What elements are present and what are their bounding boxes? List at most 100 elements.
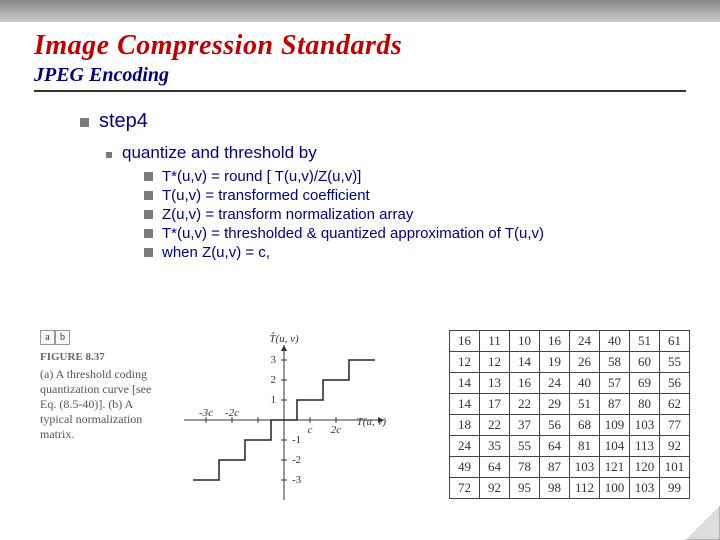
plot-svg: T̂(u, v) T(u, v) 1 2 3 -1 -2 -3 c 2c <box>164 330 404 510</box>
figure-box-b: b <box>55 330 70 345</box>
matrix-cell: 19 <box>540 352 570 373</box>
figure-ab-boxes: a b <box>40 330 164 345</box>
matrix-cell: 98 <box>540 478 570 499</box>
quantization-plot: T̂(u, v) T(u, v) 1 2 3 -1 -2 -3 c 2c <box>164 330 404 510</box>
matrix-cell: 49 <box>450 457 480 478</box>
xtick: 2c <box>331 424 342 436</box>
matrix-cell: 113 <box>630 436 660 457</box>
matrix-cell: 64 <box>540 436 570 457</box>
bullet-text: when Z(u,v) = c, <box>162 244 270 261</box>
matrix-cell: 92 <box>480 478 510 499</box>
matrix-cell: 29 <box>540 394 570 415</box>
bullet-text: T*(u,v) = thresholded & quantized approx… <box>162 225 544 242</box>
matrix-cell: 51 <box>570 394 600 415</box>
matrix-cell: 87 <box>600 394 630 415</box>
ytick: -3 <box>292 474 302 486</box>
bullet-level3: T*(u,v) = round [ T(u,v)/Z(u,v)] <box>144 167 686 186</box>
matrix-wrap: 1611101624405161121214192658605514131624… <box>404 330 690 510</box>
slide-title: Image Compression Standards <box>34 30 686 62</box>
bullet-level3: T(u,v) = transformed coefficient <box>144 186 686 205</box>
bullet-square-icon <box>144 248 153 257</box>
xtick: c <box>308 424 313 436</box>
matrix-cell: 37 <box>510 415 540 436</box>
xtick: -2c <box>225 407 239 419</box>
matrix-cell: 40 <box>600 331 630 352</box>
matrix-cell: 24 <box>570 331 600 352</box>
matrix-cell: 57 <box>600 373 630 394</box>
matrix-cell: 103 <box>630 415 660 436</box>
ytick: -2 <box>292 454 301 466</box>
figure-caption-block: a b FIGURE 8.37 (a) A threshold coding q… <box>40 330 164 510</box>
bullet-text: T(u,v) = transformed coefficient <box>162 187 370 204</box>
bullet-text: T*(u,v) = round [ T(u,v)/Z(u,v)] <box>162 168 361 185</box>
matrix-cell: 101 <box>660 457 690 478</box>
matrix-cell: 16 <box>510 373 540 394</box>
table-row: 182237566810910377 <box>450 415 690 436</box>
step-label: step4 <box>99 110 148 133</box>
matrix-cell: 120 <box>630 457 660 478</box>
slide-subtitle: JPEG Encoding <box>34 64 686 87</box>
matrix-cell: 103 <box>630 478 660 499</box>
normalization-matrix: 1611101624405161121214192658605514131624… <box>449 330 690 499</box>
matrix-cell: 78 <box>510 457 540 478</box>
table-row: 7292959811210010399 <box>450 478 690 499</box>
bullet-text: Z(u,v) = transform normalization array <box>162 206 413 223</box>
matrix-cell: 109 <box>600 415 630 436</box>
figure-label: FIGURE 8.37 <box>40 351 164 365</box>
matrix-cell: 24 <box>450 436 480 457</box>
matrix-cell: 112 <box>570 478 600 499</box>
matrix-cell: 14 <box>450 373 480 394</box>
matrix-cell: 16 <box>450 331 480 352</box>
ytick: 1 <box>271 394 277 406</box>
matrix-cell: 12 <box>450 352 480 373</box>
matrix-cell: 16 <box>540 331 570 352</box>
matrix-cell: 18 <box>450 415 480 436</box>
bullet-level3-group: T*(u,v) = round [ T(u,v)/Z(u,v)] T(u,v) … <box>80 163 686 262</box>
matrix-cell: 69 <box>630 373 660 394</box>
matrix-cell: 24 <box>540 373 570 394</box>
matrix-cell: 14 <box>450 394 480 415</box>
matrix-cell: 92 <box>660 436 690 457</box>
matrix-cell: 51 <box>630 331 660 352</box>
ytick: 3 <box>271 354 277 366</box>
table-row: 1413162440576956 <box>450 373 690 394</box>
bullet-level1: step4 <box>80 110 686 133</box>
bullet-level3: when Z(u,v) = c, <box>144 243 686 262</box>
table-row: 1212141926586055 <box>450 352 690 373</box>
sub1-label: quantize and threshold by <box>122 143 317 163</box>
figure-box-a: a <box>40 330 55 345</box>
bullet-square-small-icon <box>106 152 112 158</box>
matrix-cell: 22 <box>510 394 540 415</box>
matrix-cell: 61 <box>660 331 690 352</box>
matrix-cell: 22 <box>480 415 510 436</box>
matrix-cell: 35 <box>480 436 510 457</box>
matrix-cell: 56 <box>660 373 690 394</box>
ytick: 2 <box>271 374 277 386</box>
table-row: 1417222951878062 <box>450 394 690 415</box>
window-topbar <box>0 0 720 22</box>
axis-x-label: T(u, v) <box>357 416 387 428</box>
matrix-cell: 40 <box>570 373 600 394</box>
bullet-square-icon <box>144 172 153 181</box>
matrix-cell: 72 <box>450 478 480 499</box>
matrix-cell: 14 <box>510 352 540 373</box>
matrix-cell: 13 <box>480 373 510 394</box>
bullet-level2: quantize and threshold by <box>80 133 686 163</box>
matrix-cell: 68 <box>570 415 600 436</box>
table-row: 49647887103121120101 <box>450 457 690 478</box>
table-row: 243555648110411392 <box>450 436 690 457</box>
matrix-cell: 77 <box>660 415 690 436</box>
matrix-cell: 95 <box>510 478 540 499</box>
matrix-cell: 99 <box>660 478 690 499</box>
bullet-level3: Z(u,v) = transform normalization array <box>144 205 686 224</box>
matrix-cell: 55 <box>510 436 540 457</box>
matrix-cell: 103 <box>570 457 600 478</box>
matrix-cell: 17 <box>480 394 510 415</box>
matrix-cell: 87 <box>540 457 570 478</box>
matrix-cell: 62 <box>660 394 690 415</box>
matrix-cell: 81 <box>570 436 600 457</box>
slide-content: Image Compression Standards JPEG Encodin… <box>0 22 720 262</box>
matrix-cell: 121 <box>600 457 630 478</box>
figure-row: a b FIGURE 8.37 (a) A threshold coding q… <box>40 330 690 510</box>
matrix-cell: 26 <box>570 352 600 373</box>
